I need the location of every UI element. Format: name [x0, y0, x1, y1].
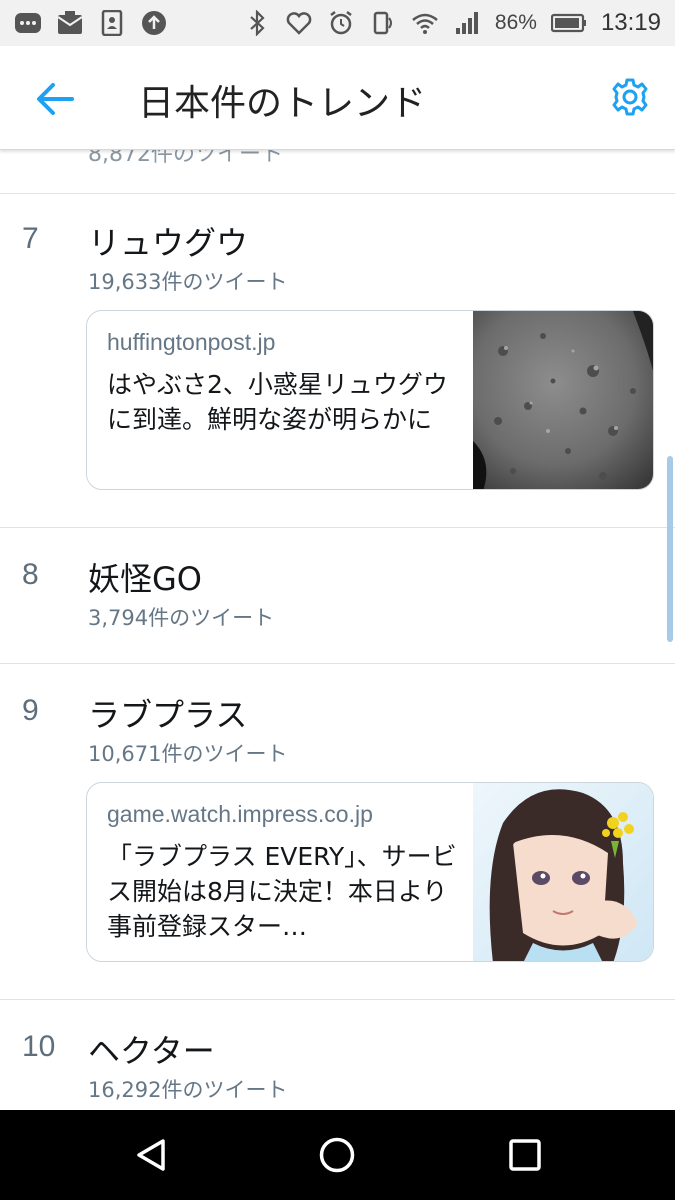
trend-item-7[interactable]: 7 リュウグウ 19,633件のツイート huffingtonpost.jp は…	[0, 192, 675, 528]
card-domain: game.watch.impress.co.jp	[107, 801, 373, 827]
link-card[interactable]: huffingtonpost.jp はやぶさ2、小惑星リュウグウに到達。鮮明な姿…	[86, 310, 654, 490]
battery-icon	[550, 9, 587, 37]
trend-rank: 9	[22, 694, 39, 727]
tweet-count: 3,794件のツイート	[88, 606, 275, 630]
trend-item-9[interactable]: 9 ラブプラス 10,671件のツイート game.watch.impress.…	[0, 664, 675, 1000]
navigation-bar	[0, 1110, 675, 1200]
heart-icon	[285, 9, 313, 37]
trend-topic: ラブプラス	[88, 696, 248, 734]
gear-icon	[612, 78, 648, 116]
nav-recents-button[interactable]	[502, 1132, 548, 1178]
list-item-partial[interactable]: 8,872件のツイート	[0, 150, 675, 194]
tweet-count: 8,872件のツイート	[88, 150, 283, 167]
signal-icon	[453, 9, 481, 37]
trend-item-8[interactable]: 8 妖怪GO 3,794件のツイート	[0, 528, 675, 664]
tweet-count: 19,633件のツイート	[88, 270, 288, 294]
trend-rank: 10	[22, 1030, 56, 1063]
trend-rank: 7	[22, 222, 39, 255]
bluetooth-icon	[243, 9, 271, 37]
messaging-icon	[14, 9, 42, 37]
link-card[interactable]: game.watch.impress.co.jp 「ラブプラス EVERY」、サ…	[86, 782, 654, 962]
tweet-count: 10,671件のツイート	[88, 742, 288, 766]
nfc-icon	[369, 9, 397, 37]
trend-rank: 8	[22, 558, 39, 591]
alarm-icon	[327, 9, 355, 37]
wifi-icon	[411, 9, 439, 37]
card-title: はやぶさ2、小惑星リュウグウに到達。鮮明な姿が明らかに	[107, 370, 448, 434]
back-button[interactable]	[30, 76, 80, 122]
au-mail-icon	[56, 9, 84, 37]
tweet-count: 16,292件のツイート	[88, 1078, 288, 1102]
trends-list: 8,872件のツイート 7 リュウグウ 19,633件のツイート huffing…	[0, 150, 675, 1110]
nav-home-button[interactable]	[314, 1132, 360, 1178]
trend-topic: リュウグウ	[88, 224, 249, 262]
app-bar: 日本件のトレンド	[0, 46, 675, 150]
scrollbar[interactable]	[667, 456, 673, 642]
clock: 13:19	[600, 9, 661, 36]
square-recents-icon	[509, 1139, 541, 1171]
contacts-icon	[98, 9, 126, 37]
back-arrow-icon	[37, 83, 74, 115]
battery-percent: 86%	[494, 11, 537, 34]
trend-item-10[interactable]: 10 ヘクター 16,292件のツイート	[0, 1000, 675, 1110]
asteroid-photo	[473, 311, 653, 489]
page-title: 日本件のトレンド	[138, 83, 427, 124]
card-domain: huffingtonpost.jp	[107, 329, 276, 355]
nav-back-button[interactable]	[128, 1132, 174, 1178]
trend-topic: ヘクター	[88, 1032, 215, 1070]
circle-home-icon	[319, 1137, 355, 1173]
anime-girl-illustration	[473, 783, 653, 961]
upload-icon	[140, 9, 168, 37]
status-bar: 86% 13:19	[0, 0, 675, 46]
triangle-back-icon	[137, 1139, 165, 1171]
settings-button[interactable]	[607, 74, 653, 120]
card-title: 「ラブプラス EVERY」、サービス開始は8月に決定！本日より事前登録スター…	[107, 842, 457, 941]
trend-topic: 妖怪GO	[88, 560, 202, 598]
